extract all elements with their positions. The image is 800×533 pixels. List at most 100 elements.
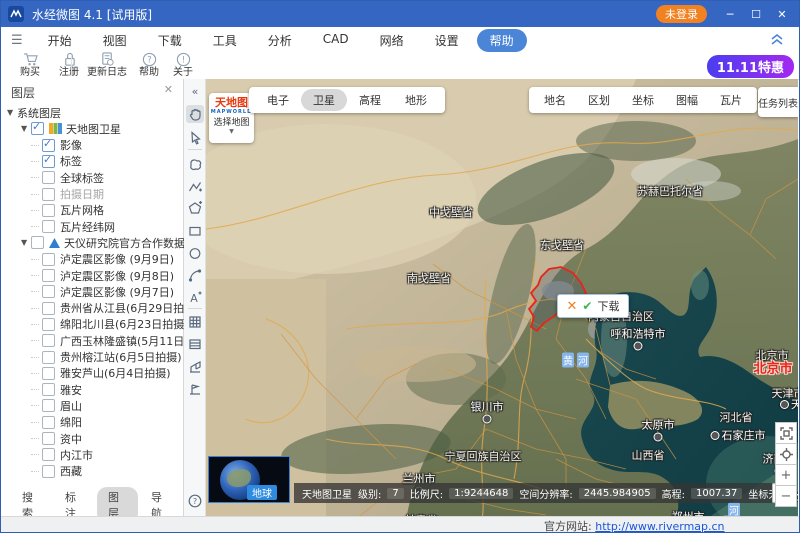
panel-close-icon[interactable]: ✕	[164, 83, 173, 96]
import-tile-tool-icon[interactable]	[186, 380, 204, 398]
layer-tree-item[interactable]: 雅安	[31, 382, 82, 397]
collapse-ribbon-icon[interactable]	[769, 31, 785, 45]
layer-tree-item[interactable]: 内江市	[31, 447, 93, 462]
layer-tree-item[interactable]: 资中	[31, 431, 82, 446]
menu-tab-工具[interactable]: 工具	[200, 29, 250, 52]
task-list-button[interactable]: 任务列表	[758, 87, 798, 117]
download-label[interactable]: 下载	[597, 298, 619, 314]
map-type-电子[interactable]: 电子	[255, 89, 301, 111]
draw-rectangle-tool-icon[interactable]	[186, 222, 204, 240]
layer-tree-item[interactable]: 瓦片网格	[31, 203, 104, 218]
hamburger-menu-icon[interactable]: ☰	[11, 33, 23, 48]
layer-checkbox[interactable]	[42, 204, 55, 217]
layer-checkbox[interactable]	[42, 465, 55, 478]
expander-icon[interactable]: ▼	[7, 108, 17, 117]
layer-checkbox[interactable]	[42, 220, 55, 233]
polygon-select-tool-icon[interactable]	[186, 155, 204, 173]
layer-checkbox[interactable]	[42, 383, 55, 396]
basemap-selector[interactable]: 天地图 MAPWORLD 选择地图 ▼	[209, 93, 254, 143]
layer-tree-item[interactable]: 眉山	[31, 398, 82, 413]
layer-checkbox[interactable]	[42, 171, 55, 184]
draw-arc-tool-icon[interactable]	[186, 266, 204, 284]
layer-tree-item[interactable]: 标签	[31, 154, 82, 169]
overlay-toggle-图幅[interactable]: 图幅	[665, 89, 709, 111]
map-type-卫星[interactable]: 卫星	[301, 89, 347, 111]
layer-tree-item[interactable]: 西藏	[31, 464, 82, 479]
layer-checkbox[interactable]	[42, 155, 55, 168]
overlay-toggle-瓦片[interactable]: 瓦片	[709, 89, 753, 111]
pan-tool-icon[interactable]	[186, 105, 204, 123]
layer-tree-item[interactable]: 雅安芦山(6月4日拍摄)	[31, 366, 171, 381]
expander-icon[interactable]: ▼	[21, 238, 31, 247]
login-status-badge[interactable]: 未登录	[656, 5, 707, 23]
layer-checkbox[interactable]	[31, 236, 44, 249]
layer-checkbox[interactable]	[42, 302, 55, 315]
text-tool-icon[interactable]: A	[186, 288, 204, 306]
layer-checkbox[interactable]	[42, 416, 55, 429]
promo-badge[interactable]: 11.11特惠	[707, 55, 794, 78]
购买-button[interactable]: 购买	[8, 52, 52, 78]
layer-checkbox[interactable]	[42, 334, 55, 347]
layer-tree-item[interactable]: ▼天仪研究院官方合作数据	[21, 235, 185, 250]
layer-checkbox[interactable]	[42, 285, 55, 298]
layer-tree-item[interactable]: 贵州榕江站(6月5日拍摄)	[31, 350, 182, 365]
layer-checkbox[interactable]	[42, 318, 55, 331]
maximize-button[interactable]: ☐	[745, 8, 767, 21]
layer-checkbox[interactable]	[31, 122, 44, 135]
draw-polyline-tool-icon[interactable]	[186, 177, 204, 195]
overlay-toggle-区划[interactable]: 区划	[577, 89, 621, 111]
draw-polygon-tool-icon[interactable]	[186, 199, 204, 217]
layer-tree-item[interactable]: 绵阳	[31, 415, 82, 430]
layer-tree-item[interactable]: 贵州省从江县(6月29日拍摄)	[31, 301, 200, 316]
website-link[interactable]: http://www.rivermap.cn	[595, 520, 724, 533]
layer-checkbox[interactable]	[42, 269, 55, 282]
menu-tab-下载[interactable]: 下载	[145, 29, 195, 52]
layer-tree-item[interactable]: 拍摄日期	[31, 187, 104, 202]
menu-tab-网络[interactable]: 网络	[367, 29, 417, 52]
full-extent-button[interactable]	[775, 422, 797, 444]
globe-view-switch[interactable]: 地球	[208, 456, 290, 503]
menu-tab-分析[interactable]: 分析	[255, 29, 305, 52]
layer-checkbox[interactable]	[42, 399, 55, 412]
zoom-in-button[interactable]: +	[775, 464, 797, 486]
minimize-button[interactable]: ─	[719, 8, 741, 21]
menu-tab-视图[interactable]: 视图	[90, 29, 140, 52]
layer-tree-item[interactable]: 泸定震区影像 (9月9日)	[31, 252, 174, 267]
select-tool-icon[interactable]	[186, 129, 204, 147]
关于-button[interactable]: !关于	[161, 52, 205, 78]
layer-checkbox[interactable]	[42, 432, 55, 445]
confirm-download-icon[interactable]: ✔	[582, 299, 592, 313]
layer-tree-item[interactable]: ▼系统图层	[7, 105, 61, 120]
draw-circle-tool-icon[interactable]	[186, 244, 204, 262]
layer-checkbox[interactable]	[42, 367, 55, 380]
overlay-toggle-坐标[interactable]: 坐标	[621, 89, 665, 111]
menu-tab-帮助[interactable]: 帮助	[477, 29, 527, 52]
layer-tree-item[interactable]: 泸定震区影像 (9月7日)	[31, 284, 174, 299]
menu-tab-CAD[interactable]: CAD	[310, 29, 362, 52]
expander-icon[interactable]: ▼	[21, 124, 31, 133]
table-tool-icon[interactable]	[186, 335, 204, 353]
collapse-panel-icon[interactable]: «	[186, 82, 204, 100]
layer-tree-item[interactable]: 影像	[31, 138, 82, 153]
layer-tree-item[interactable]: 全球标签	[31, 170, 104, 185]
layer-checkbox[interactable]	[42, 448, 55, 461]
map-type-地形[interactable]: 地形	[393, 89, 439, 111]
overlay-toggle-地名[interactable]: 地名	[533, 89, 577, 111]
map-type-高程[interactable]: 高程	[347, 89, 393, 111]
close-button[interactable]: ✕	[771, 8, 793, 21]
help-icon[interactable]: ?	[186, 492, 204, 510]
layer-tree-item[interactable]: 泸定震区影像 (9月8日)	[31, 268, 174, 283]
layer-tree-item[interactable]: 瓦片经纬网	[31, 219, 115, 234]
layer-tree-item[interactable]: 绵阳北川县(6月23日拍摄)	[31, 317, 189, 332]
export-tile-tool-icon[interactable]	[186, 358, 204, 376]
更新日志-button[interactable]: 更新日志	[85, 52, 129, 78]
layer-checkbox[interactable]	[42, 139, 55, 152]
cancel-selection-icon[interactable]: ✕	[567, 299, 578, 314]
zoom-out-button[interactable]: −	[775, 485, 797, 507]
menu-tab-设置[interactable]: 设置	[422, 29, 472, 52]
locate-button[interactable]	[775, 443, 797, 465]
layer-checkbox[interactable]	[42, 253, 55, 266]
layer-checkbox[interactable]	[42, 351, 55, 364]
map-viewport[interactable]: 中戈壁省东戈壁省南戈壁省苏赫巴托尔省内蒙古自治区呼和浩特市黄河银川市宁夏回族自治…	[206, 79, 798, 519]
layer-tree-item[interactable]: ▼天地图卫星	[21, 121, 121, 136]
